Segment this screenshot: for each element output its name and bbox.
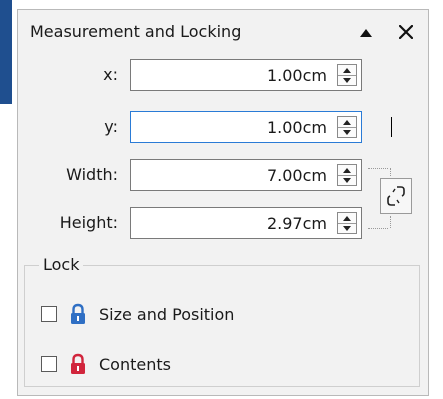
panel-title: Measurement and Locking xyxy=(30,22,242,41)
spin-down-icon xyxy=(343,225,351,231)
text-cursor xyxy=(391,117,392,137)
x-label: x: xyxy=(103,65,118,84)
size-position-label: Size and Position xyxy=(99,304,235,324)
x-stepper[interactable] xyxy=(337,64,357,86)
red-padlock-icon xyxy=(71,353,85,374)
background-window-edge xyxy=(0,0,12,104)
height-stepper[interactable] xyxy=(337,212,357,234)
keep-ratio-toggle[interactable] xyxy=(380,178,412,214)
spin-up-icon xyxy=(343,167,351,173)
width-label: Width: xyxy=(66,165,118,184)
close-button[interactable] xyxy=(395,21,417,43)
y-spinbox[interactable]: 1.00cm xyxy=(130,111,392,143)
height-spinbox[interactable]: 2.97cm xyxy=(130,207,362,239)
spin-up-icon xyxy=(343,119,351,125)
width-stepper[interactable] xyxy=(337,164,357,186)
ratio-bracket-bottom-vertical xyxy=(390,216,391,228)
triangle-up-icon xyxy=(360,29,372,37)
contents-checkbox[interactable] xyxy=(41,356,57,372)
spin-up-icon xyxy=(343,215,351,221)
spin-up-icon xyxy=(343,67,351,73)
panel-titlebar[interactable]: Measurement and Locking xyxy=(18,10,428,52)
width-spinbox[interactable]: 7.00cm xyxy=(130,159,362,191)
lock-groupbox: Lock Size and Position Contents xyxy=(24,255,420,387)
y-stepper[interactable] xyxy=(337,116,357,138)
height-decrement-button[interactable] xyxy=(338,223,356,233)
lock-group-title: Lock xyxy=(39,255,84,274)
measurement-locking-panel: Measurement and Locking x: 1.00cm y: 1.0… xyxy=(17,9,429,396)
screenshot: Measurement and Locking x: 1.00cm y: 1.0… xyxy=(0,0,443,399)
spin-down-icon xyxy=(343,129,351,135)
spin-down-icon xyxy=(343,177,351,183)
ratio-bracket-top xyxy=(368,168,388,169)
width-value: 7.00cm xyxy=(266,166,327,185)
y-value: 1.00cm xyxy=(266,118,327,137)
x-decrement-button[interactable] xyxy=(338,75,356,85)
spin-down-icon xyxy=(343,77,351,83)
size-position-checkbox[interactable] xyxy=(41,306,57,322)
x-value: 1.00cm xyxy=(266,66,327,85)
y-label: y: xyxy=(104,117,118,136)
x-spinbox[interactable]: 1.00cm xyxy=(130,59,362,91)
ratio-bracket-top-vertical xyxy=(390,168,391,176)
lock-contents-option[interactable]: Contents xyxy=(41,351,171,377)
chain-link-icon xyxy=(387,186,405,206)
contents-label: Contents xyxy=(99,354,171,374)
collapse-button[interactable] xyxy=(356,23,376,43)
close-icon xyxy=(399,25,413,39)
height-label: Height: xyxy=(59,213,118,232)
y-decrement-button[interactable] xyxy=(338,127,356,137)
lock-size-position-option[interactable]: Size and Position xyxy=(41,301,234,327)
width-decrement-button[interactable] xyxy=(338,175,356,185)
blue-padlock-icon xyxy=(71,303,85,324)
height-value: 2.97cm xyxy=(266,214,327,233)
ratio-bracket-bottom xyxy=(368,228,388,229)
